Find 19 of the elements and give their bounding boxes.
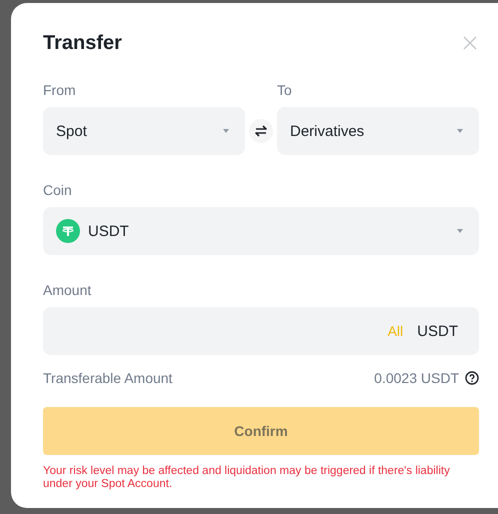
transferable-label: Transferable Amount — [43, 369, 174, 387]
caret-icon — [457, 229, 463, 233]
field-label: Coin — [43, 181, 72, 199]
transferable-value: 0.0023 USDT — [374, 370, 459, 386]
swap-icon[interactable] — [249, 119, 273, 143]
warning-text: Your risk level may be affected and liquidation may be triggered if there's liability under your Spot Account. — [43, 465, 451, 490]
field-label: To — [277, 81, 292, 99]
amount-field[interactable]: All USDT — [43, 307, 479, 355]
field-label: From — [43, 81, 76, 99]
unit-label: USDT — [417, 322, 458, 340]
from-select[interactable]: Spot — [43, 107, 245, 155]
caret-icon — [457, 129, 463, 133]
dialog-title: Transfer — [43, 32, 122, 54]
caret-icon — [223, 129, 229, 133]
help-icon[interactable] — [465, 371, 479, 385]
coin-icon — [56, 219, 80, 243]
field-label: Amount — [43, 281, 92, 299]
to-select[interactable]: Derivatives — [277, 107, 479, 155]
coin-select[interactable]: USDT — [43, 207, 479, 255]
